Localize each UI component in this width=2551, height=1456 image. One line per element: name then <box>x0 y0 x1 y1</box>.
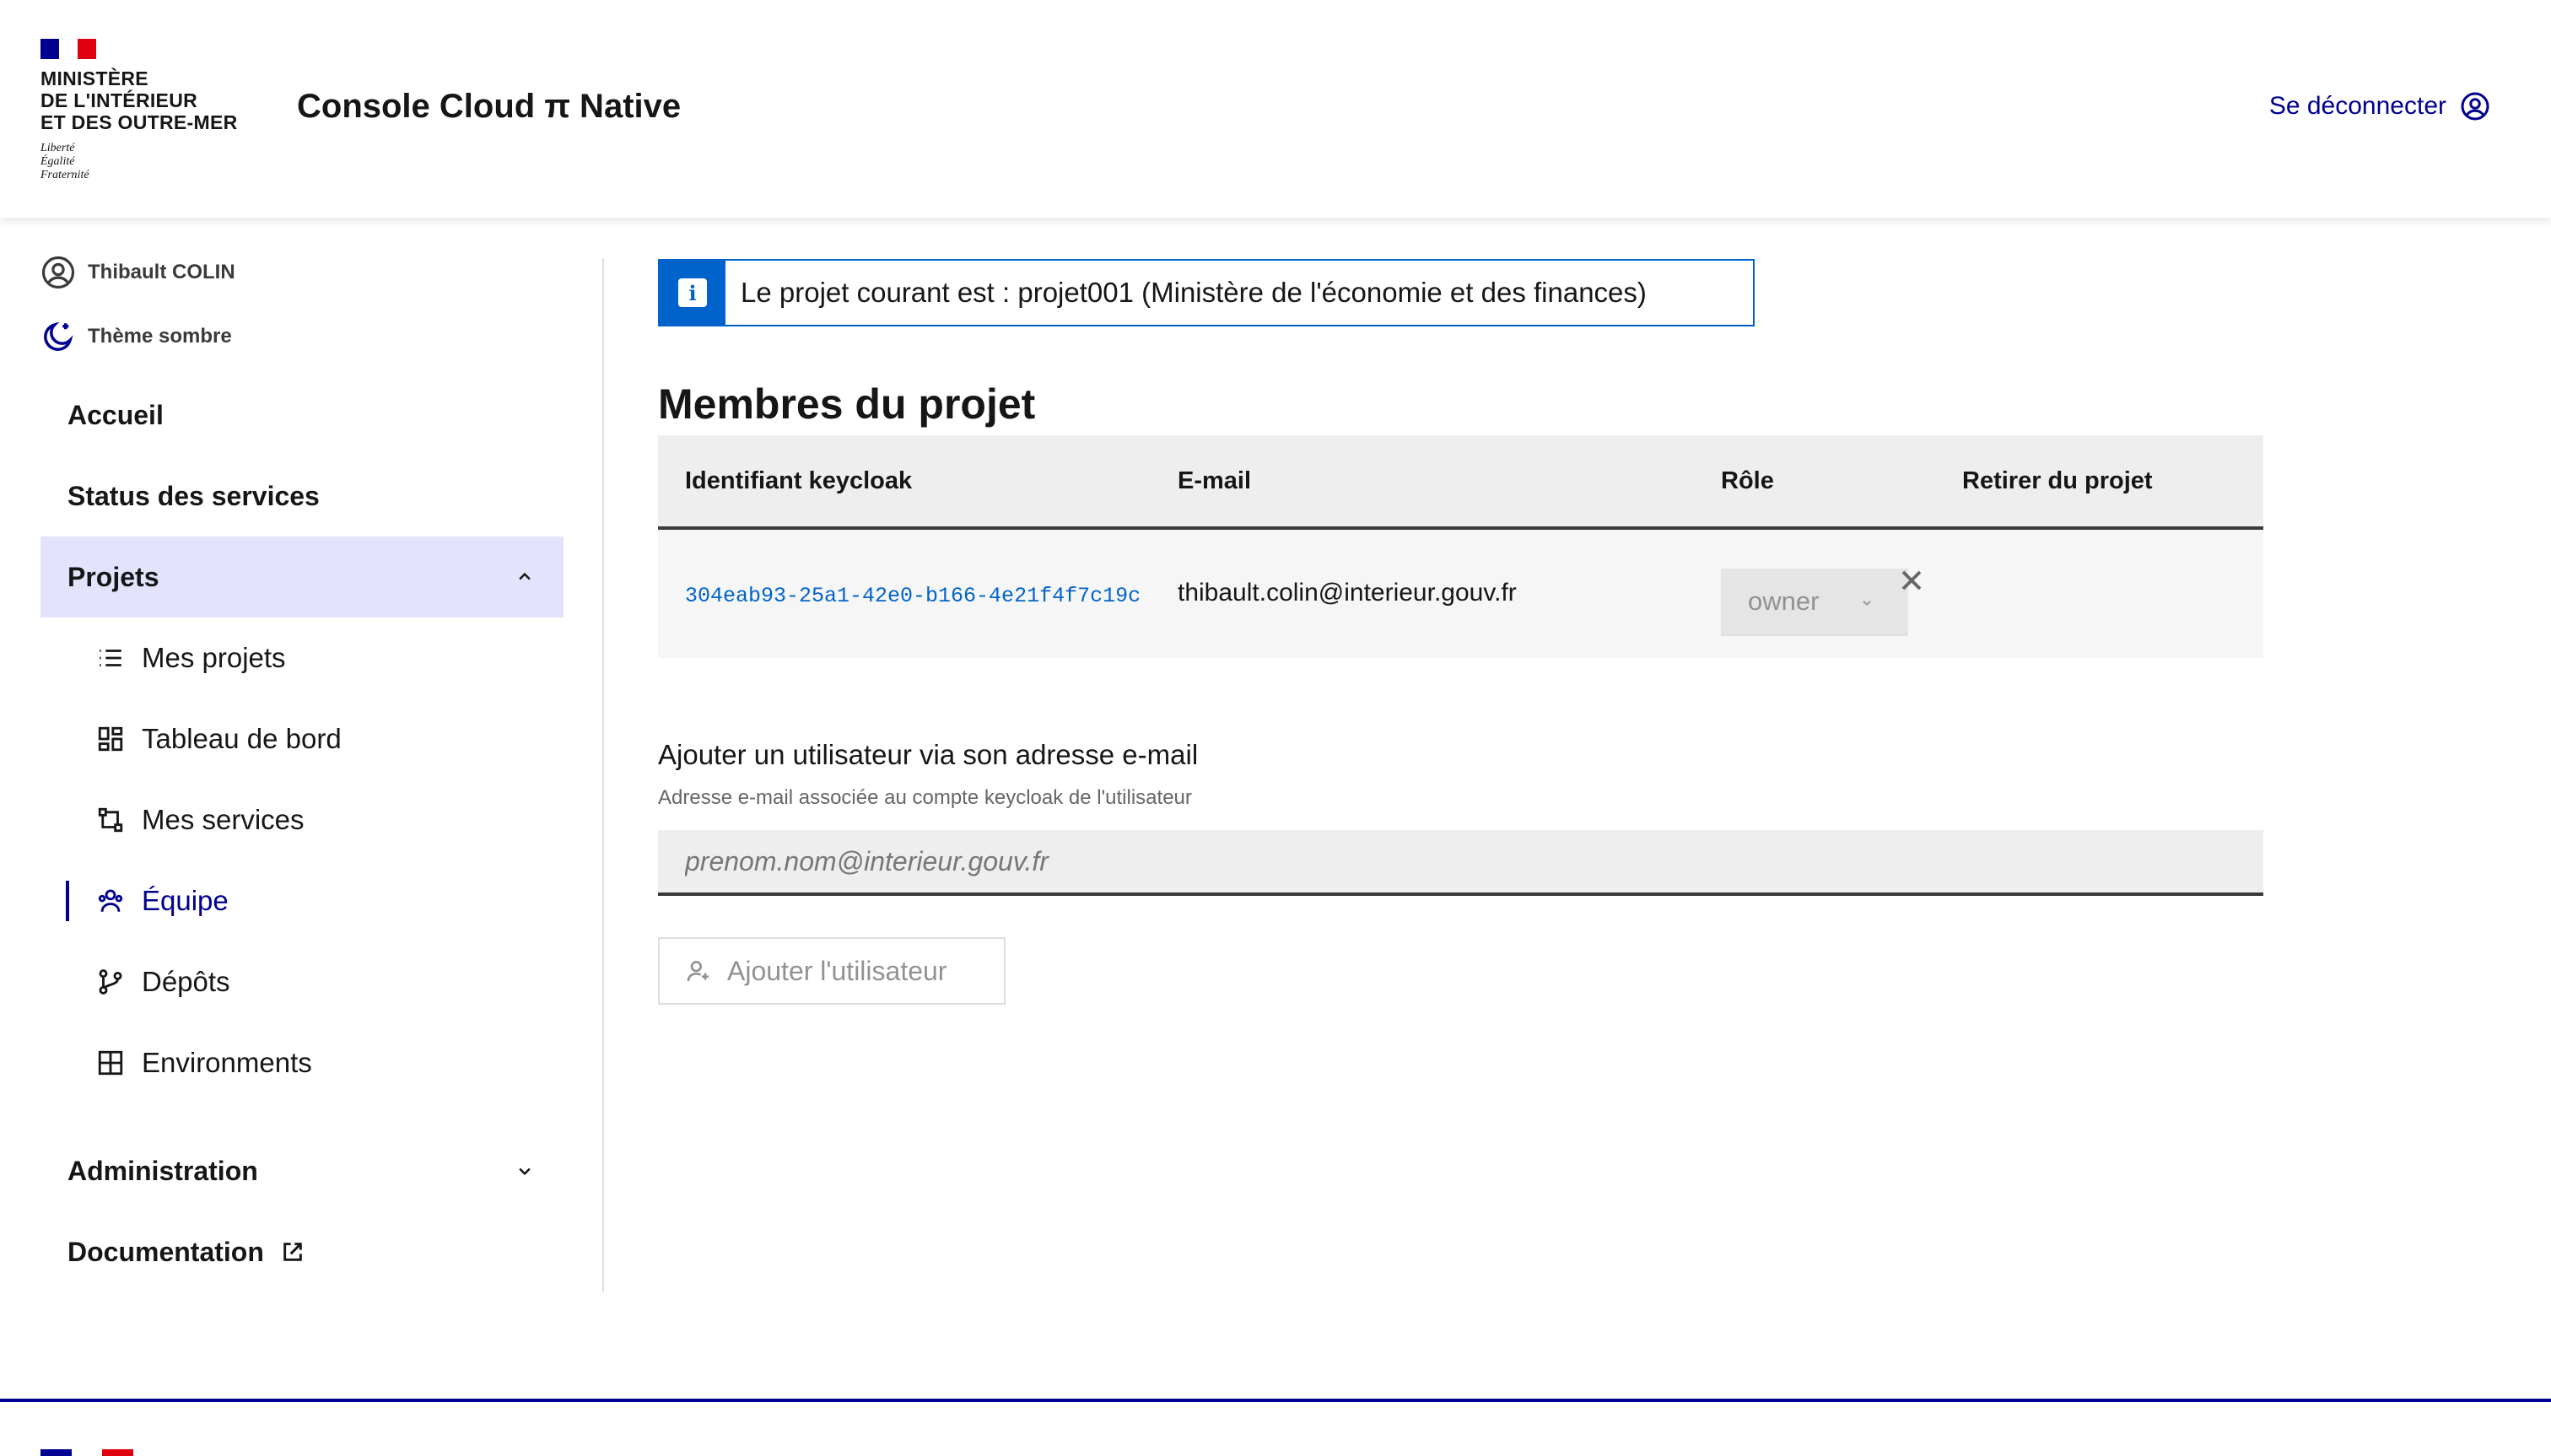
chevron-up-icon <box>519 572 531 580</box>
theme-label: Thème sombre <box>88 325 232 348</box>
ministry-name-line1: Ministère <box>40 67 148 89</box>
nav-projects[interactable]: Projets <box>40 537 564 617</box>
add-user-button[interactable]: Ajouter l'utilisateur <box>658 937 1006 1005</box>
list-icon <box>100 650 121 666</box>
team-icon <box>98 889 123 912</box>
col-role: Rôle <box>1721 467 1774 494</box>
french-flag-icon <box>40 39 96 59</box>
nav-repos-label: Dépôts <box>142 966 230 997</box>
git-branch-icon <box>99 969 122 995</box>
close-icon <box>1901 570 1922 590</box>
sidebar-divider <box>602 258 604 1292</box>
app-title[interactable]: Console Cloud π Native <box>297 88 681 126</box>
chevron-down-icon <box>1863 601 1871 606</box>
sidebar: Thibault COLIN Thème sombre Accueil Stat… <box>40 253 564 1292</box>
col-keycloak-id: Identifiant keycloak <box>685 467 913 494</box>
nav-home[interactable]: Accueil <box>40 375 564 456</box>
nav-status-label: Status des services <box>67 480 320 511</box>
ministry-name-line2: de l'Intérieur <box>40 89 198 111</box>
nav-my-projects[interactable]: Mes projets <box>40 617 564 698</box>
user-name: Thibault COLIN <box>88 261 235 283</box>
nav-team[interactable]: Équipe <box>40 860 564 941</box>
members-table: Identifiant keycloak E-mail Rôle Retirer… <box>658 435 2263 658</box>
add-user-hint: Adresse e-mail associée au compte keyclo… <box>658 786 1192 809</box>
nav-status[interactable]: Status des services <box>40 456 564 537</box>
motto-liberte: Liberté <box>40 142 75 154</box>
external-link-icon <box>283 1243 302 1261</box>
current-project-alert: i Le projet courant est : projet001 (Min… <box>658 259 1755 326</box>
nav-my-services[interactable]: Mes services <box>40 779 564 860</box>
dashboard-icon <box>98 726 123 752</box>
table-header: Identifiant keycloak E-mail Rôle Retirer… <box>658 435 2263 530</box>
footer-flag-icon <box>40 1449 134 1456</box>
footer-border <box>0 1399 2551 1402</box>
motto-egalite: Égalité <box>40 155 75 168</box>
add-user-icon <box>687 961 709 982</box>
account-circle-icon <box>2461 92 2489 121</box>
logout-button[interactable]: Se déconnecter <box>2269 91 2490 121</box>
logout-label: Se déconnecter <box>2268 92 2446 120</box>
add-user-label: Ajouter un utilisateur via son adresse e… <box>658 739 1199 770</box>
role-select[interactable]: owner <box>1721 569 1908 636</box>
page-title: Membres du projet <box>658 380 1036 428</box>
theme-toggle[interactable]: Thème sombre <box>40 317 564 356</box>
nav-my-services-label: Mes services <box>142 804 305 835</box>
ministry-name-line3: et des Outre-mer <box>40 111 238 133</box>
nav-administration-label: Administration <box>67 1155 258 1186</box>
table-row: 304eab93-25a1-42e0-b166-4e21f4f7c19c thi… <box>658 530 2263 658</box>
nav-projects-label: Projets <box>67 561 159 592</box>
role-value: owner <box>1748 585 1820 616</box>
nav-home-label: Accueil <box>67 399 164 430</box>
email-cell: thibault.colin@interieur.gouv.fr <box>1178 579 1517 607</box>
nav-dashboard-label: Tableau de bord <box>142 723 342 754</box>
nav-team-label: Équipe <box>142 885 229 916</box>
col-remove: Retirer du projet <box>1962 467 2153 494</box>
nav-administration[interactable]: Administration <box>40 1130 564 1211</box>
nav-my-projects-label: Mes projets <box>142 642 286 673</box>
grid-icon <box>98 1050 123 1076</box>
nav-repos[interactable]: Dépôts <box>40 941 564 1022</box>
user-profile: Thibault COLIN <box>40 253 564 292</box>
ministry-logo[interactable]: Ministère de l'Intérieur et des Outre-me… <box>40 39 251 182</box>
account-circle-icon <box>41 256 75 289</box>
nav-environments-label: Environments <box>142 1047 312 1078</box>
motto-fraternite: Fraternité <box>40 169 89 181</box>
add-user-button-label: Ajouter l'utilisateur <box>727 955 947 986</box>
nav-environments[interactable]: Environments <box>40 1022 564 1103</box>
services-icon <box>98 807 123 833</box>
email-input[interactable] <box>658 830 2263 896</box>
header: Ministère de l'Intérieur et des Outre-me… <box>0 0 2551 218</box>
moon-icon <box>44 321 73 351</box>
col-email: E-mail <box>1178 467 1252 494</box>
chevron-down-icon <box>519 1167 531 1176</box>
nav-documentation-label: Documentation <box>67 1236 264 1267</box>
keycloak-id-cell: 304eab93-25a1-42e0-b166-4e21f4f7c19c <box>685 584 1141 608</box>
nav-dashboard[interactable]: Tableau de bord <box>40 698 564 779</box>
remove-member-button[interactable] <box>1895 564 1928 597</box>
alert-text: Le projet courant est : projet001 (Minis… <box>741 277 1647 308</box>
nav-documentation[interactable]: Documentation <box>40 1211 564 1292</box>
info-icon: i <box>660 261 725 325</box>
